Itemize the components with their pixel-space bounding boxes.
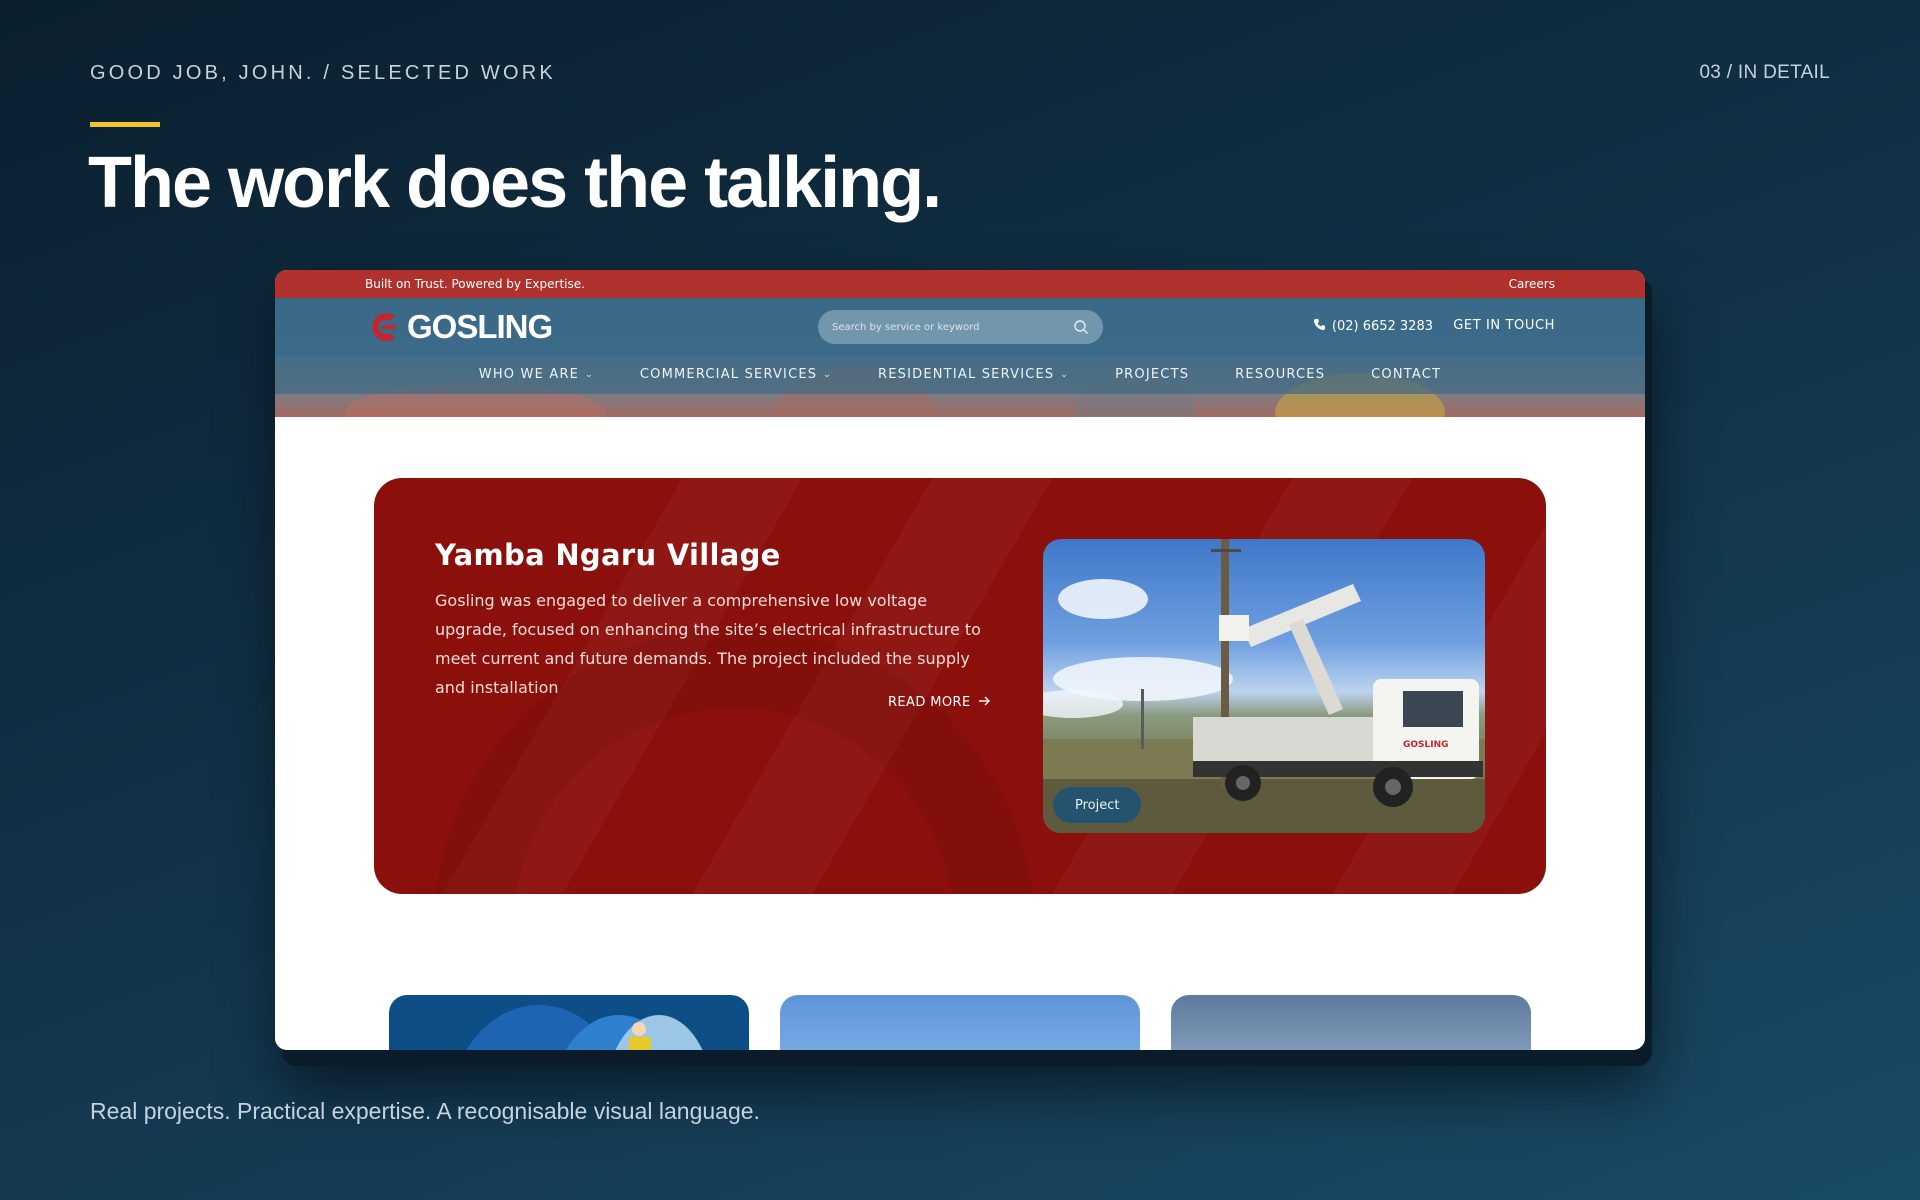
- nav-label: COMMERCIAL SERVICES: [639, 367, 818, 382]
- nav-item-residential-services[interactable]: RESIDENTIAL SERVICES ⌄: [878, 367, 1069, 382]
- nav-label: WHO WE ARE: [478, 367, 580, 382]
- site-mainbar: GOSLING (02) 6652 3283 GET IN TOUCH: [275, 298, 1645, 356]
- search-icon[interactable]: [1073, 319, 1089, 335]
- nav-label: RESIDENTIAL SERVICES: [878, 367, 1055, 382]
- careers-link[interactable]: Careers: [1509, 277, 1555, 291]
- truck-logo-text: GOSLING: [1403, 740, 1449, 750]
- phone-icon: [1313, 318, 1326, 335]
- project-preview-card[interactable]: [780, 995, 1140, 1050]
- nav-item-contact[interactable]: CONTACT: [1371, 367, 1441, 382]
- feature-photo: GOSLING Project: [1043, 539, 1485, 833]
- site-nav: WHO WE ARE ⌄ COMMERCIAL SERVICES ⌄ RESID…: [275, 356, 1645, 394]
- read-more-label: READ MORE: [888, 695, 971, 710]
- feature-title: Yamba Ngaru Village: [435, 538, 781, 572]
- nav-label: PROJECTS: [1115, 367, 1190, 382]
- slide-caption: Real projects. Practical expertise. A re…: [90, 1098, 760, 1124]
- project-badge: Project: [1053, 787, 1142, 823]
- phone-number: (02) 6652 3283: [1331, 319, 1433, 334]
- project-preview-card[interactable]: [1171, 995, 1531, 1050]
- project-preview-card[interactable]: [389, 995, 749, 1050]
- page-indicator: 03 / IN DETAIL: [1699, 62, 1830, 83]
- nav-label: CONTACT: [1371, 367, 1442, 382]
- read-more-link[interactable]: READ MORE: [888, 695, 991, 710]
- chevron-down-icon: ⌄: [823, 369, 832, 380]
- site-logo[interactable]: GOSLING: [365, 308, 553, 345]
- feature-description: Gosling was engaged to deliver a compreh…: [435, 591, 981, 697]
- phone-link[interactable]: (02) 6652 3283: [1313, 318, 1433, 335]
- featured-project-card[interactable]: Yamba Ngaru Village Gosling was engaged …: [374, 478, 1546, 894]
- logo-wordmark: GOSLING: [407, 308, 553, 345]
- gosling-logo-icon: [365, 312, 401, 342]
- nav-item-who-we-are[interactable]: WHO WE ARE ⌄: [479, 367, 594, 382]
- website-screenshot: Built on Trust. Powered by Expertise. Ca…: [275, 270, 1645, 1050]
- site-search[interactable]: [818, 310, 1103, 344]
- search-input[interactable]: [832, 319, 1052, 335]
- site-tagline: Built on Trust. Powered by Expertise.: [365, 277, 585, 291]
- slide-title: The work does the talking.: [88, 143, 942, 223]
- accent-rule: [90, 122, 160, 127]
- nav-item-resources[interactable]: RESOURCES: [1235, 367, 1325, 382]
- get-in-touch-button[interactable]: GET IN TOUCH: [1453, 318, 1555, 333]
- chevron-down-icon: ⌄: [1060, 369, 1070, 380]
- arrow-right-icon: [978, 695, 991, 710]
- site-topbar: Built on Trust. Powered by Expertise. Ca…: [275, 270, 1645, 298]
- nav-label: RESOURCES: [1235, 367, 1326, 382]
- chevron-down-icon: ⌄: [585, 369, 594, 380]
- slide-eyebrow: GOOD JOB, JOHN. / SELECTED WORK: [90, 62, 556, 84]
- nav-item-commercial-services[interactable]: COMMERCIAL SERVICES ⌄: [640, 367, 832, 382]
- nav-item-projects[interactable]: PROJECTS: [1115, 367, 1189, 382]
